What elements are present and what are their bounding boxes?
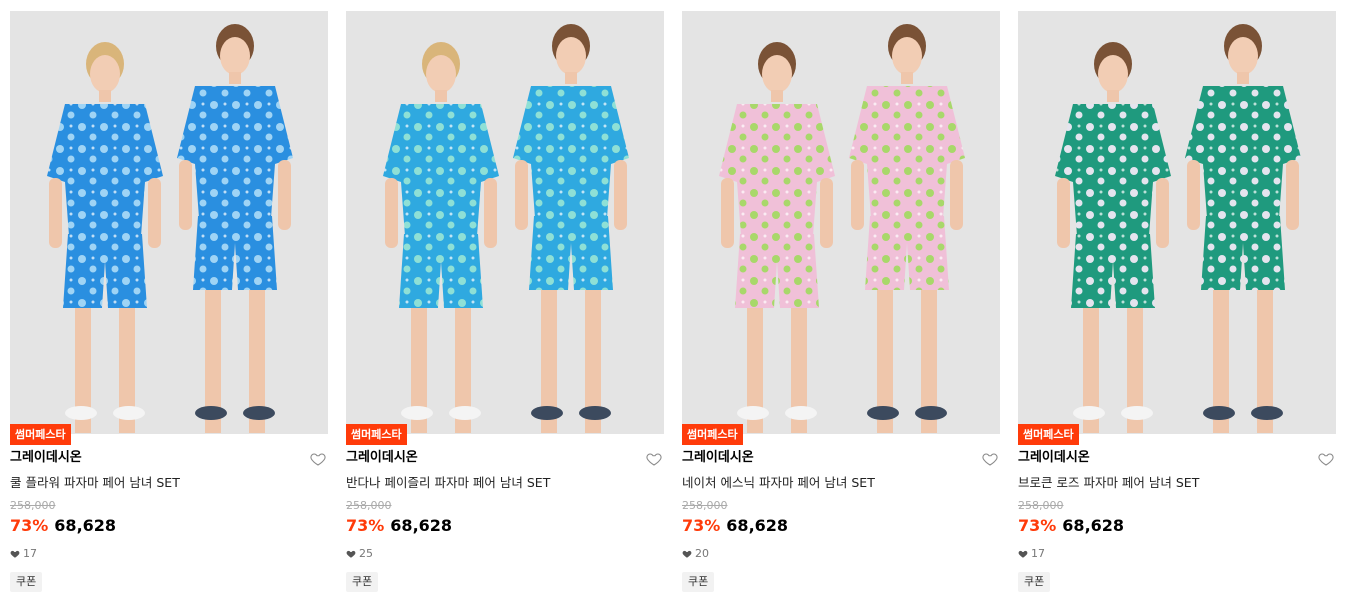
brand-name[interactable]: 그레이데시온: [682, 449, 754, 467]
price-line: 73% 68,628: [10, 515, 116, 537]
heart-filled-icon: [10, 549, 20, 559]
price-line: 73% 68,628: [1018, 515, 1124, 537]
sale-price: 68,628: [390, 516, 453, 535]
promo-badge: 썸머페스타: [10, 424, 71, 445]
heart-filled-icon: [682, 549, 692, 559]
product-card[interactable]: 썸머페스타 그레이데시온 네이처 에스닉 파자마 페어 남녀 SET 258,0…: [682, 11, 1000, 592]
product-card[interactable]: 썸머페스타 그레이데시온 반다나 페이즐리 파자마 페어 남녀 SET 258,…: [346, 11, 664, 592]
price-line: 73% 68,628: [682, 515, 788, 537]
discount-rate: 73%: [346, 516, 385, 535]
brand-name[interactable]: 그레이데시온: [346, 449, 418, 467]
product-photo: [10, 11, 328, 434]
promo-badge: 썸머페스타: [682, 424, 743, 445]
product-image[interactable]: [10, 11, 328, 434]
heart-filled-icon: [1018, 549, 1028, 559]
discount-rate: 73%: [1018, 516, 1057, 535]
likes: 17: [10, 547, 37, 561]
sale-price: 68,628: [726, 516, 789, 535]
product-title[interactable]: 브로큰 로즈 파자마 페어 남녀 SET: [1018, 474, 1199, 492]
likes-count: 17: [23, 547, 37, 560]
original-price: 258,000: [10, 499, 56, 512]
likes: 25: [346, 547, 373, 561]
original-price: 258,000: [1018, 499, 1064, 512]
promo-badge: 썸머페스타: [346, 424, 407, 445]
likes-count: 25: [359, 547, 373, 560]
wishlist-heart-icon[interactable]: [1318, 451, 1334, 467]
product-title[interactable]: 반다나 페이즐리 파자마 페어 남녀 SET: [346, 474, 550, 492]
brand-name[interactable]: 그레이데시온: [1018, 449, 1090, 467]
wishlist-heart-icon[interactable]: [310, 451, 326, 467]
price-line: 73% 68,628: [346, 515, 452, 537]
original-price: 258,000: [346, 499, 392, 512]
product-grid: 썸머페스타 그레이데시온 쿨 플라워 파자마 페어 남녀 SET 258,000…: [10, 11, 1340, 592]
likes-count: 20: [695, 547, 709, 560]
sale-price: 68,628: [1062, 516, 1125, 535]
product-image[interactable]: [1018, 11, 1336, 434]
coupon-tag: 쿠폰: [346, 572, 379, 592]
product-title[interactable]: 네이처 에스닉 파자마 페어 남녀 SET: [682, 474, 875, 492]
sale-price: 68,628: [54, 516, 117, 535]
product-photo: [682, 11, 1000, 434]
coupon-tag: 쿠폰: [682, 572, 715, 592]
original-price: 258,000: [682, 499, 728, 512]
coupon-tag: 쿠폰: [1018, 572, 1051, 592]
product-image[interactable]: [346, 11, 664, 434]
product-photo: [1018, 11, 1336, 434]
product-card[interactable]: 썸머페스타 그레이데시온 브로큰 로즈 파자마 페어 남녀 SET 258,00…: [1018, 11, 1336, 592]
product-photo: [346, 11, 664, 434]
product-card[interactable]: 썸머페스타 그레이데시온 쿨 플라워 파자마 페어 남녀 SET 258,000…: [10, 11, 328, 592]
likes-count: 17: [1031, 547, 1045, 560]
brand-name[interactable]: 그레이데시온: [10, 449, 82, 467]
wishlist-heart-icon[interactable]: [982, 451, 998, 467]
heart-filled-icon: [346, 549, 356, 559]
product-title[interactable]: 쿨 플라워 파자마 페어 남녀 SET: [10, 474, 180, 492]
promo-badge: 썸머페스타: [1018, 424, 1079, 445]
wishlist-heart-icon[interactable]: [646, 451, 662, 467]
product-image[interactable]: [682, 11, 1000, 434]
coupon-tag: 쿠폰: [10, 572, 43, 592]
discount-rate: 73%: [682, 516, 721, 535]
likes: 20: [682, 547, 709, 561]
discount-rate: 73%: [10, 516, 49, 535]
likes: 17: [1018, 547, 1045, 561]
